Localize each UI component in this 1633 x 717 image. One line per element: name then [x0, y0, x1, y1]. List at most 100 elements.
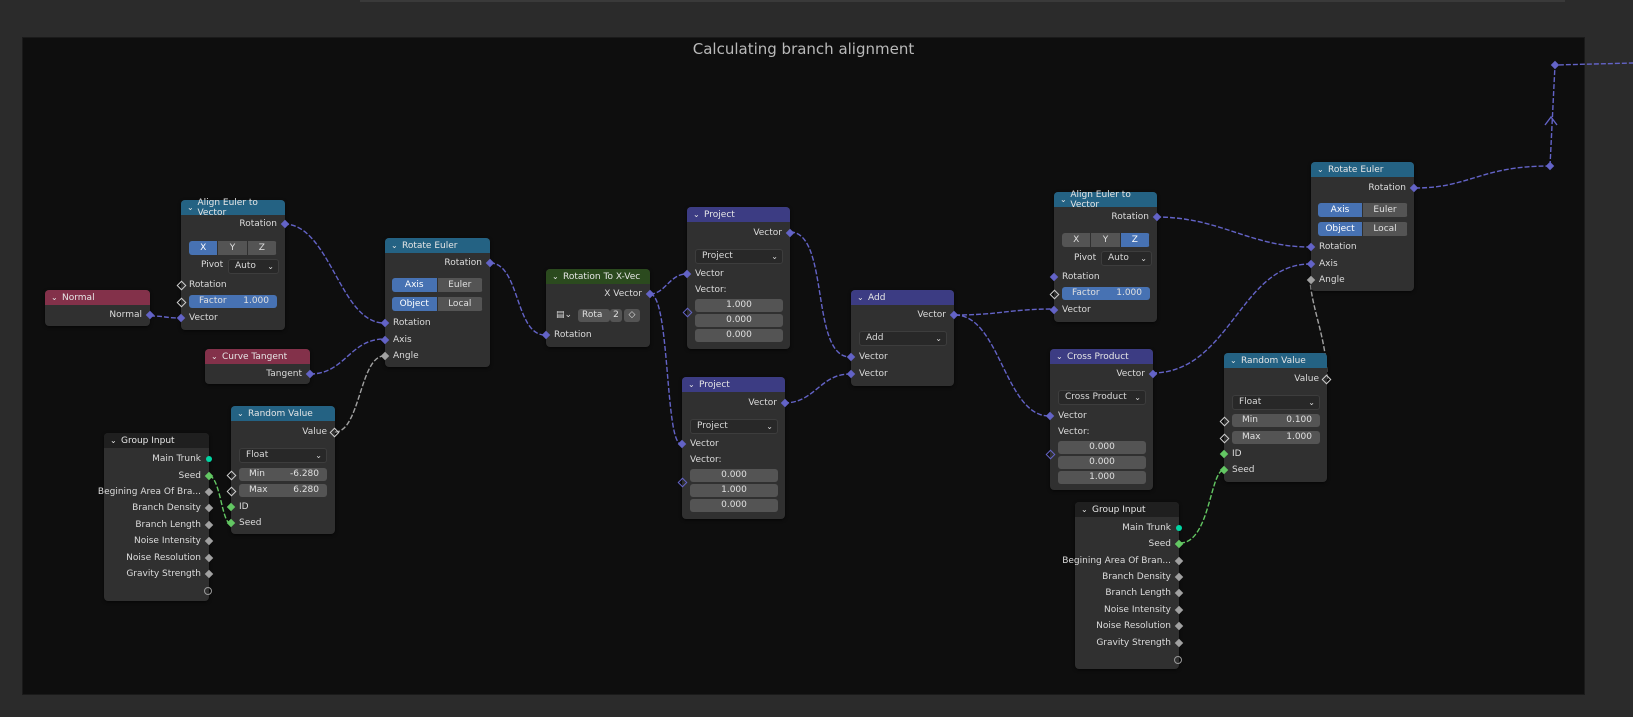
chevron-down-icon[interactable]: ⌄ [187, 203, 197, 212]
vector-x-field[interactable]: 0.000 [690, 469, 778, 482]
euler-option[interactable]: Euler [1363, 203, 1408, 217]
node-header[interactable]: ⌄ Align Euler to Vector [1054, 190, 1157, 210]
project-node-2[interactable]: ⌄ Project Vector Project ⌄ Vector Vector: … [677, 377, 790, 519]
random-value-node-1[interactable]: ⌄ Random Value Value Float ⌄ Min -6.280 Max… [226, 406, 340, 534]
axis-selector[interactable]: X Y Z [1062, 233, 1150, 247]
vector-y-field[interactable]: 1.000 [690, 484, 778, 497]
axis-selector[interactable]: X Y Z [189, 241, 277, 255]
max-field[interactable]: Max 1.000 [1232, 431, 1320, 444]
chevron-down-icon[interactable]: ⌄ [237, 409, 248, 418]
input-vector-label: Vector [695, 269, 724, 279]
axis-x[interactable]: X [189, 241, 219, 255]
pivot-dropdown[interactable]: Auto ⌄ [1101, 251, 1152, 266]
node-header[interactable]: ⌄ Group Input [1075, 502, 1179, 517]
node-title: Random Value [248, 408, 313, 419]
data-type-dropdown[interactable]: Float ⌄ [1232, 395, 1320, 410]
vector-x-field[interactable]: 1.000 [695, 299, 783, 312]
node-header[interactable]: ⌄ Add [851, 290, 954, 305]
chevron-down-icon[interactable]: ⌄ [857, 293, 868, 302]
output-socket[interactable] [206, 456, 212, 462]
axis-angle-option[interactable]: Axis Angle [1318, 203, 1363, 217]
chevron-down-icon[interactable]: ⌄ [211, 352, 222, 361]
node-header[interactable]: ⌄ Project [682, 377, 785, 392]
operation-dropdown[interactable]: Cross Product ⌄ [1058, 390, 1146, 405]
align-euler-node-1[interactable]: ⌄ Align Euler to Vector Rotation X Y Z Pi… [176, 198, 290, 330]
input-vector-label-1: Vector [859, 352, 888, 362]
max-field[interactable]: Max 6.280 [239, 484, 327, 497]
object-option[interactable]: Object [1318, 222, 1363, 236]
axis-y[interactable]: Y [1091, 233, 1121, 247]
factor-field[interactable]: Factor 1.000 [189, 295, 277, 308]
rotation-to-x-vector-node[interactable]: ⌄ Rotation To X-Vec X Vector ▤⌄ Rota 2 ◇ … [541, 269, 655, 347]
vector-z-field[interactable]: 1.000 [1058, 471, 1146, 484]
chevron-down-icon[interactable]: ⌄ [552, 272, 563, 281]
project-node-1[interactable]: ⌄ Project Vector Project ⌄ Vector Vector: … [682, 207, 795, 349]
chevron-down-icon[interactable]: ⌄ [51, 293, 62, 302]
node-header[interactable]: ⌄ Project [687, 207, 790, 222]
local-option[interactable]: Local [1363, 222, 1408, 236]
min-field[interactable]: Min -6.280 [239, 468, 327, 481]
chevron-down-icon[interactable]: ⌄ [110, 436, 121, 445]
rotate-euler-node-1[interactable]: ⌄Rotate Euler Rotation Axis Angle Euler … [380, 238, 495, 367]
space-selector[interactable]: Object Local [1318, 222, 1408, 236]
operation-dropdown[interactable]: Project ⌄ [690, 419, 778, 434]
space-selector[interactable]: Object Local [392, 297, 483, 311]
node-group-name-field[interactable]: Rota [578, 309, 610, 322]
rotation-type-selector[interactable]: Axis Angle Euler [392, 278, 483, 292]
euler-option[interactable]: Euler [437, 278, 483, 292]
output-socket[interactable] [1176, 525, 1182, 531]
axis-y[interactable]: Y [218, 241, 248, 255]
vector-y-field[interactable]: 0.000 [1058, 456, 1146, 469]
node-group-icon[interactable]: ▤⌄ [556, 308, 572, 322]
vector-y-field[interactable]: 0.000 [695, 314, 783, 327]
chevron-down-icon[interactable]: ⌄ [1317, 165, 1328, 174]
user-count-field[interactable]: 2 [610, 309, 622, 322]
chevron-down-icon[interactable]: ⌄ [688, 380, 699, 389]
shield-icon[interactable]: ◇ [624, 309, 640, 322]
rotate-euler-node-2[interactable]: ⌄Rotate Euler Rotation Axis Angle Euler … [1306, 162, 1419, 291]
object-option[interactable]: Object [392, 297, 438, 311]
group-input-node-2[interactable]: ⌄ Group Input Main Trunk Seed Begining Ar… [1062, 502, 1184, 669]
align-euler-node-2[interactable]: ⌄ Align Euler to Vector Rotation X Y Z Pi… [1049, 190, 1162, 322]
axis-x[interactable]: X [1062, 233, 1092, 247]
output-noise-resolution: Noise Resolution [126, 553, 201, 563]
chevron-down-icon[interactable]: ⌄ [1056, 352, 1067, 361]
node-header[interactable]: ⌄ Rotation To X-Vec [546, 269, 650, 284]
axis-angle-option[interactable]: Axis Angle [392, 278, 438, 292]
node-header[interactable]: ⌄ Cross Product [1050, 349, 1153, 364]
random-value-node-2[interactable]: ⌄ Random Value Value Float ⌄ Min 0.100 Max 1… [1219, 353, 1332, 482]
cross-product-node[interactable]: ⌄ Cross Product Vector Cross Product ⌄ Vec… [1045, 349, 1158, 490]
chevron-down-icon[interactable]: ⌄ [1230, 356, 1241, 365]
node-header[interactable]: ⌄ Normal [45, 290, 150, 305]
chevron-down-icon[interactable]: ⌄ [1060, 195, 1070, 204]
min-field[interactable]: Min 0.100 [1232, 414, 1320, 427]
node-header[interactable]: ⌄ Rotate Euler [1311, 162, 1414, 177]
empty-socket[interactable] [204, 587, 212, 595]
empty-socket[interactable] [1174, 656, 1182, 664]
node-header[interactable]: ⌄ Group Input [104, 433, 209, 448]
node-header[interactable]: ⌄ Random Value [231, 406, 335, 421]
vector-x-field[interactable]: 0.000 [1058, 441, 1146, 454]
factor-field[interactable]: Factor 1.000 [1062, 287, 1150, 300]
pivot-dropdown[interactable]: Auto ⌄ [228, 259, 279, 274]
local-option[interactable]: Local [437, 297, 483, 311]
chevron-down-icon[interactable]: ⌄ [1081, 505, 1092, 514]
node-header[interactable]: ⌄ Random Value [1224, 353, 1327, 368]
axis-z[interactable]: Z [1120, 233, 1150, 247]
group-input-node-1[interactable]: ⌄ Group Input Main Trunk Seed Begining Ar… [98, 433, 214, 601]
node-header[interactable]: ⌄ Align Euler to Vector [181, 198, 285, 218]
node-header[interactable]: ⌄ Curve Tangent [205, 349, 310, 364]
rotation-type-selector[interactable]: Axis Angle Euler [1318, 203, 1408, 217]
normal-node[interactable]: ⌄ Normal Normal [45, 290, 155, 326]
node-header[interactable]: ⌄ Rotate Euler [385, 238, 490, 253]
operation-dropdown[interactable]: Add ⌄ [859, 331, 947, 346]
chevron-down-icon[interactable]: ⌄ [693, 210, 704, 219]
vector-z-field[interactable]: 0.000 [695, 329, 783, 342]
data-type-dropdown[interactable]: Float ⌄ [239, 448, 327, 463]
chevron-down-icon[interactable]: ⌄ [391, 241, 402, 250]
vector-z-field[interactable]: 0.000 [690, 499, 778, 512]
add-node[interactable]: ⌄ Add Vector Add ⌄ Vector Vector [846, 290, 959, 386]
operation-dropdown[interactable]: Project ⌄ [695, 249, 783, 264]
curve-tangent-node[interactable]: ⌄ Curve Tangent Tangent [205, 349, 315, 384]
axis-z[interactable]: Z [247, 241, 277, 255]
